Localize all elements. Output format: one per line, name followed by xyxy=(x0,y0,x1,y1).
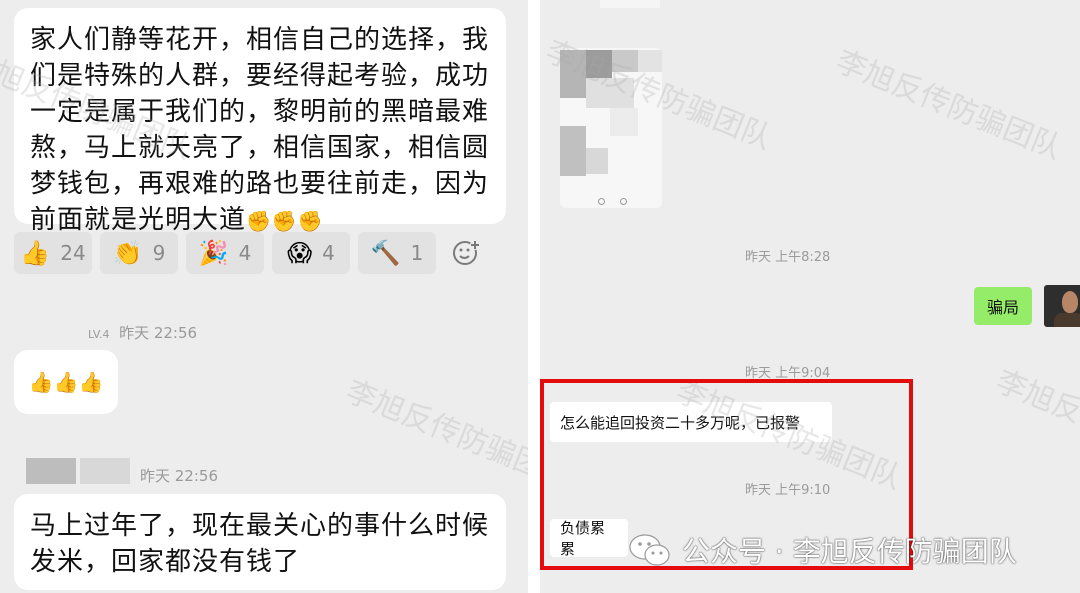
panel-divider xyxy=(528,0,540,593)
blur-tile xyxy=(638,50,662,72)
clap-icon: 👏 xyxy=(112,239,143,267)
timestamp: 昨天 22:56 xyxy=(140,467,218,485)
status-bar-fragment xyxy=(600,0,660,8)
dot-icon xyxy=(598,198,605,205)
sender-meta: LV.4 昨天 22:56 xyxy=(88,322,197,343)
message-text: 家人们静等花开，相信自己的选择，我们是特殊的人群，要经得起考验，成功一定是属于我… xyxy=(30,25,490,235)
reaction-bar: 👍 24 👏 9 🎉 4 😱 4 🔨 1 xyxy=(14,232,504,274)
dot-icon xyxy=(620,198,627,205)
avatar[interactable] xyxy=(1044,285,1080,327)
reaction-clap[interactable]: 👏 9 xyxy=(100,232,178,274)
watermark: 李旭反传防骗团队 xyxy=(990,364,1080,487)
blur-tile xyxy=(586,50,612,78)
outgoing-text: 骗局 xyxy=(986,298,1019,317)
thumbs-text: 👍👍👍 xyxy=(28,370,104,394)
blur-tile xyxy=(560,126,586,176)
smiley-plus-icon xyxy=(453,240,480,265)
shocked-face-icon: 😱 xyxy=(287,239,313,267)
blurred-image-message[interactable] xyxy=(560,48,662,208)
watermark: 李旭反传防骗团队 xyxy=(830,44,1067,167)
reaction-hammer[interactable]: 🔨 1 xyxy=(358,232,436,274)
fist-emojis: ✊✊✊ xyxy=(246,209,324,233)
sender-level: LV.4 xyxy=(88,328,110,341)
blur-tile xyxy=(560,50,586,98)
reaction-firework[interactable]: 🎉 4 xyxy=(186,232,264,274)
thumbs-up-icon: 👍 xyxy=(20,239,51,267)
reaction-count: 4 xyxy=(322,241,335,265)
reaction-count: 9 xyxy=(152,241,166,265)
reaction-shocked[interactable]: 😱 4 xyxy=(272,232,350,274)
wechat-icon xyxy=(629,534,670,566)
message-bubble[interactable]: 马上过年了，现在最关心的事什么时候发米，回家都没有钱了 xyxy=(14,494,506,590)
blurred-name xyxy=(80,458,130,484)
reaction-count: 1 xyxy=(410,241,424,265)
blur-tile xyxy=(586,78,634,108)
blur-tile xyxy=(612,50,638,72)
reaction-thumbs-up[interactable]: 👍 24 xyxy=(14,232,92,274)
hammer-icon: 🔨 xyxy=(370,239,401,267)
watermark: 李旭反传防骗团队 xyxy=(340,374,528,497)
timestamp: 昨天 22:56 xyxy=(119,324,198,342)
message-bubble[interactable]: 家人们静等花开，相信自己的选择，我们是特殊的人群，要经得起考验，成功一定是属于我… xyxy=(14,8,506,235)
avatar-face xyxy=(1062,291,1078,313)
reaction-count: 4 xyxy=(238,241,252,265)
avatar-body xyxy=(1054,313,1080,327)
message-text: 马上过年了，现在最关心的事什么时候发米，回家都没有钱了 xyxy=(30,511,490,577)
left-chat-panel: 家人们静等花开，相信自己的选择，我们是特殊的人群，要经得起考验，成功一定是属于我… xyxy=(0,0,528,593)
blur-tile xyxy=(586,148,608,174)
thumbs-message[interactable]: 👍👍👍 xyxy=(14,350,118,414)
blurred-avatar xyxy=(26,458,76,484)
official-account-footer: 公众号 · 李旭反传防骗团队 xyxy=(628,528,1017,572)
blur-tile xyxy=(610,108,638,136)
firework-icon: 🎉 xyxy=(198,239,229,267)
outgoing-message[interactable]: 骗局 xyxy=(974,287,1032,325)
footer-text: 公众号 · 李旭反传防骗团队 xyxy=(682,535,1017,568)
add-reaction-button[interactable] xyxy=(444,232,488,274)
reaction-count: 24 xyxy=(60,241,86,265)
timestamp: 昨天 上午8:28 xyxy=(745,250,831,265)
